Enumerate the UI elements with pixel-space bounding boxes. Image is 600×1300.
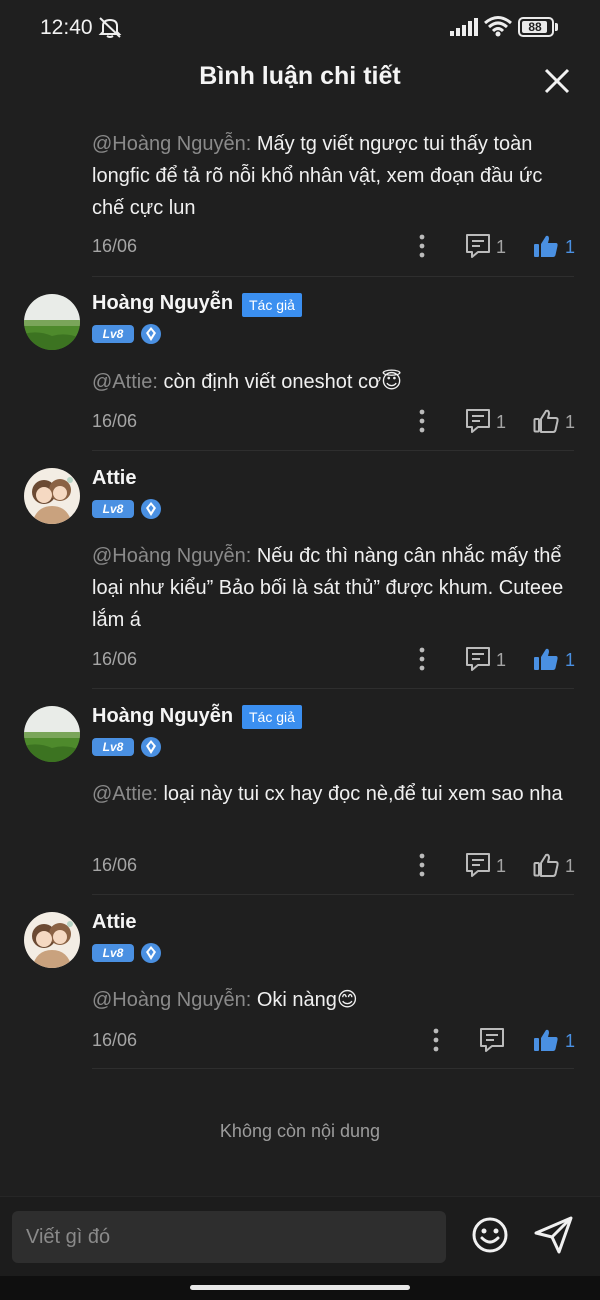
reply-icon[interactable]: [465, 233, 491, 259]
level-badge: Lv8: [92, 944, 134, 962]
like-icon[interactable]: [533, 852, 559, 878]
author-name[interactable]: Attie: [92, 911, 136, 934]
more-options-icon[interactable]: [417, 409, 427, 433]
reply-count: 1: [496, 237, 507, 257]
home-indicator[interactable]: [190, 1285, 410, 1290]
close-icon[interactable]: [540, 64, 574, 98]
comment-body: @Hoàng Nguyễn: Mấy tg viết ngược tui thấ…: [92, 128, 572, 224]
system-nav-bar: [0, 1276, 600, 1300]
header: Bình luận chi tiết: [0, 52, 600, 110]
more-options-icon[interactable]: [417, 234, 427, 258]
divider: [92, 450, 574, 451]
wifi-icon: [484, 16, 512, 37]
comment-mention[interactable]: @Hoàng Nguyễn:: [92, 989, 251, 1011]
comment-mention[interactable]: @Hoàng Nguyễn:: [92, 133, 251, 155]
like-icon[interactable]: [533, 408, 559, 434]
comment-date: 16/06: [92, 411, 138, 431]
diamond-icon: [141, 943, 161, 963]
author-tag: Tác giả: [242, 705, 302, 729]
end-of-list-text: Không còn nội dung: [219, 1121, 381, 1141]
comment-body: @Hoàng Nguyễn: Nếu đc thì nàng cân nhắc …: [92, 540, 572, 636]
page-title: Bình luận chi tiết: [199, 62, 401, 90]
author-tag: Tác giả: [242, 293, 302, 317]
diamond-icon: [141, 499, 161, 519]
comment-text: loại này tui cx hay đọc nè,để tui xem sa…: [157, 783, 563, 805]
divider: [92, 276, 574, 277]
like-count: 1: [565, 412, 576, 432]
comment-input[interactable]: [12, 1211, 446, 1263]
reply-count: 1: [496, 856, 507, 876]
comment-text: còn định viết oneshot cơ😇: [157, 371, 402, 393]
reply-icon[interactable]: [479, 1027, 505, 1053]
author-name[interactable]: Hoàng Nguyễn: [92, 292, 233, 315]
comment-body: @Attie: còn định viết oneshot cơ😇: [92, 366, 572, 398]
like-icon[interactable]: [533, 1027, 559, 1053]
comment-date: 16/06: [92, 1030, 138, 1050]
comment-text: Oki nàng😊: [251, 989, 358, 1011]
status-bar: 12:40 88: [0, 0, 600, 52]
reply-icon[interactable]: [465, 852, 491, 878]
like-icon[interactable]: [533, 233, 559, 259]
like-count: 1: [565, 650, 576, 670]
reply-icon[interactable]: [465, 408, 491, 434]
signal-icon: [450, 18, 478, 36]
battery-nub: [555, 23, 558, 31]
avatar[interactable]: [24, 468, 80, 524]
reply-icon[interactable]: [465, 646, 491, 672]
avatar[interactable]: [24, 706, 80, 762]
like-count: 1: [565, 856, 576, 876]
send-icon[interactable]: [533, 1215, 575, 1255]
author-name[interactable]: Attie: [92, 467, 136, 490]
avatar[interactable]: [24, 294, 80, 350]
battery-text: 88: [528, 20, 542, 34]
more-options-icon[interactable]: [417, 853, 427, 877]
comment-mention[interactable]: @Attie:: [92, 371, 158, 393]
divider: [92, 688, 574, 689]
avatar-image: [24, 294, 80, 350]
comment-body: @Attie: loại này tui cx hay đọc nè,để tu…: [92, 778, 572, 810]
status-time: 12:40: [40, 16, 93, 39]
like-count: 1: [565, 1031, 576, 1051]
mute-icon: [98, 17, 122, 38]
avatar[interactable]: [24, 912, 80, 968]
author-name[interactable]: Hoàng Nguyễn: [92, 705, 233, 728]
avatar-image: [24, 706, 80, 762]
comment-composer: [0, 1196, 600, 1276]
comment-body: @Hoàng Nguyễn: Oki nàng😊: [92, 984, 572, 1016]
avatar-image: [24, 468, 80, 524]
divider: [92, 894, 574, 895]
emoji-icon[interactable]: [470, 1215, 510, 1255]
battery-icon: 88: [518, 17, 554, 37]
more-options-icon[interactable]: [417, 647, 427, 671]
comment-mention[interactable]: @Hoàng Nguyễn:: [92, 545, 251, 567]
avatar-image: [24, 912, 80, 968]
level-badge: Lv8: [92, 738, 134, 756]
more-options-icon[interactable]: [431, 1028, 441, 1052]
diamond-icon: [141, 324, 161, 344]
like-count: 1: [565, 237, 576, 257]
reply-count: 1: [496, 650, 507, 670]
level-badge: Lv8: [92, 325, 134, 343]
reply-count: 1: [496, 412, 507, 432]
comment-date: 16/06: [92, 855, 138, 875]
like-icon[interactable]: [533, 646, 559, 672]
comment-date: 16/06: [92, 649, 138, 669]
diamond-icon: [141, 737, 161, 757]
divider: [92, 1068, 574, 1069]
comment-mention[interactable]: @Attie:: [92, 783, 158, 805]
comment-date: 16/06: [92, 236, 138, 256]
level-badge: Lv8: [92, 500, 134, 518]
